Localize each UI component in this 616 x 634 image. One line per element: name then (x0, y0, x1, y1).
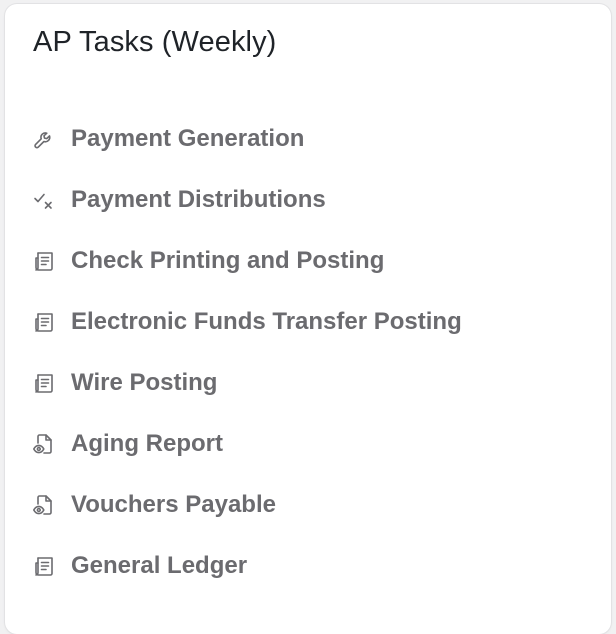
ledger-icon (32, 371, 56, 395)
card-title: AP Tasks (Weekly) (33, 26, 277, 58)
ledger-icon (32, 249, 56, 273)
ledger-icon (32, 554, 56, 578)
task-item[interactable]: Vouchers Payable (32, 474, 462, 535)
check-x-icon (32, 188, 56, 212)
task-item[interactable]: Check Printing and Posting (32, 230, 462, 291)
task-item[interactable]: General Ledger (32, 535, 462, 596)
task-item[interactable]: Wire Posting (32, 352, 462, 413)
task-item[interactable]: Aging Report (32, 413, 462, 474)
task-label: Aging Report (71, 429, 223, 457)
file-eye-icon (32, 493, 56, 517)
task-label: Check Printing and Posting (71, 246, 385, 274)
file-eye-icon (32, 432, 56, 456)
ap-tasks-card: AP Tasks (Weekly) Payment Generation Pay… (5, 4, 611, 634)
task-label: Wire Posting (71, 368, 218, 396)
task-label: General Ledger (71, 551, 248, 579)
task-label: Payment Generation (71, 124, 305, 152)
task-label: Electronic Funds Transfer Posting (71, 307, 462, 335)
task-item[interactable]: Payment Distributions (32, 169, 462, 230)
task-label: Payment Distributions (71, 185, 326, 213)
ledger-icon (32, 310, 56, 334)
task-item[interactable]: Payment Generation (32, 108, 462, 169)
task-list: Payment Generation Payment Distributions… (32, 108, 462, 596)
wrench-icon (32, 127, 56, 151)
task-label: Vouchers Payable (71, 490, 276, 518)
task-item[interactable]: Electronic Funds Transfer Posting (32, 291, 462, 352)
